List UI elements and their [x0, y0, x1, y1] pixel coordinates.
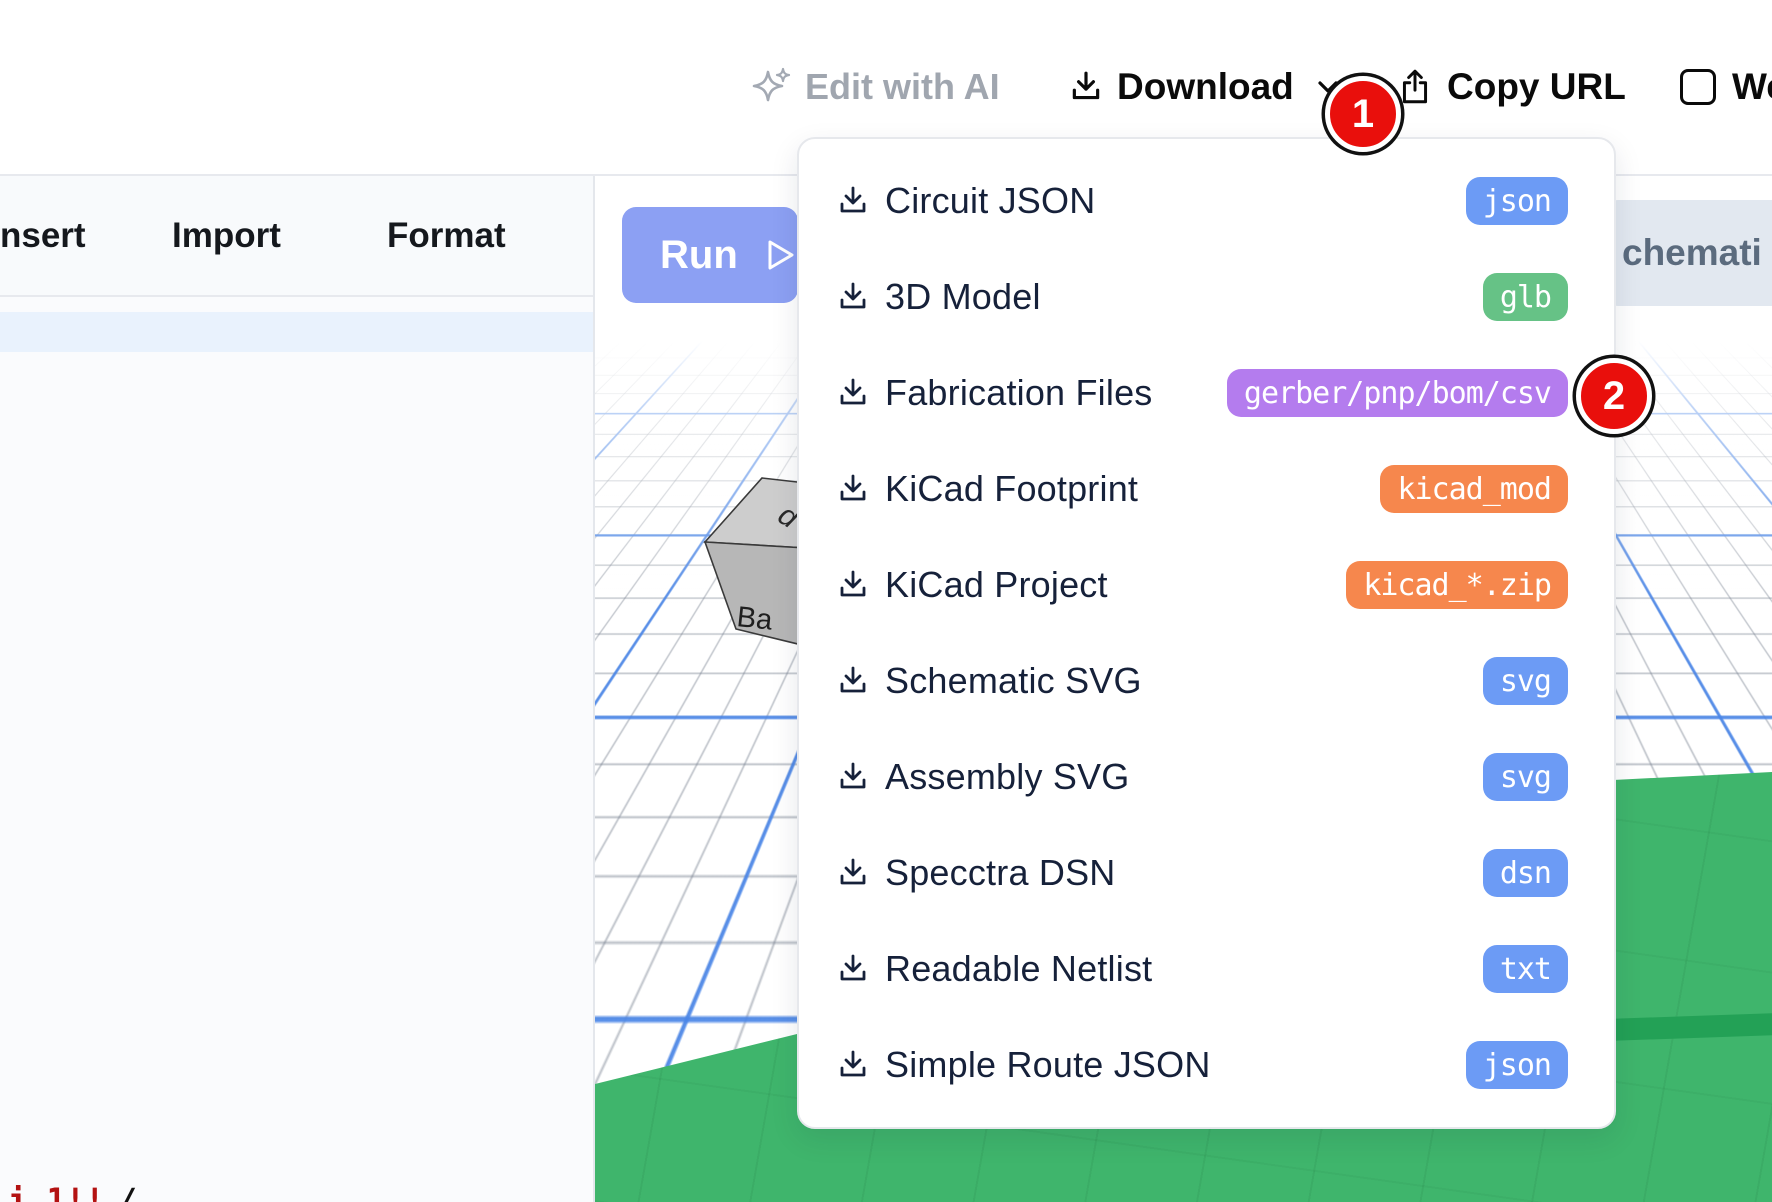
format-badge: svg [1483, 657, 1568, 705]
download-icon [836, 664, 870, 698]
format-badge: txt [1483, 945, 1568, 993]
menu-item-label: 3D Model [885, 276, 1041, 318]
menu-item-label: KiCad Project [885, 564, 1108, 606]
edit-with-ai-label: Edit with AI [805, 66, 1000, 108]
download-icon [836, 760, 870, 794]
menu-item-label: KiCad Footprint [885, 468, 1138, 510]
copy-url-label: Copy URL [1447, 66, 1626, 108]
run-button[interactable]: Run [622, 207, 798, 303]
format-badge: kicad_mod [1380, 465, 1568, 513]
annotation-step-1: 1 [1325, 76, 1401, 152]
menu-item-insert[interactable]: nsert [0, 176, 86, 295]
box-front-label: Ba [735, 601, 774, 637]
menu-item-label: Simple Route JSON [885, 1044, 1211, 1086]
menu-item-kicad-project[interactable]: KiCad Project kicad_*.zip [799, 537, 1614, 633]
menu-item-schematic-svg[interactable]: Schematic SVG svg [799, 633, 1614, 729]
menu-item-format[interactable]: Format [387, 176, 506, 295]
menu-item-readable-netlist[interactable]: Readable Netlist txt [799, 921, 1614, 1017]
download-icon [836, 1048, 870, 1082]
menu-item-label: Circuit JSON [885, 180, 1095, 222]
format-badge: gerber/pnp/bom/csv [1227, 369, 1568, 417]
menu-item-label: Schematic SVG [885, 660, 1142, 702]
play-icon [766, 237, 796, 273]
format-badge: kicad_*.zip [1346, 561, 1568, 609]
tab-schematic-truncated[interactable]: chemati [1606, 200, 1772, 306]
sparkle-icon [752, 67, 792, 107]
download-icon [836, 472, 870, 506]
code-fragment-red: i 1!! [8, 1181, 104, 1202]
format-badge: json [1466, 177, 1568, 225]
menu-item-fabrication-files[interactable]: Fabrication Files gerber/pnp/bom/csv [799, 345, 1614, 441]
code-fragment-black: / [118, 1181, 137, 1202]
tab-schematic-label: chemati [1622, 232, 1762, 274]
3d-component-box[interactable]: d Ba [700, 474, 806, 652]
menu-item-import[interactable]: Import [172, 176, 281, 295]
menu-item-3d-model[interactable]: 3D Model glb [799, 249, 1614, 345]
download-icon [836, 952, 870, 986]
code-editor-panel[interactable]: nsert Import Format i 1!! / [0, 176, 595, 1202]
webview-toggle[interactable]: We [1680, 0, 1772, 174]
format-badge: glb [1483, 273, 1568, 321]
menu-item-circuit-json[interactable]: Circuit JSON json [799, 153, 1614, 249]
menu-item-label: Fabrication Files [885, 372, 1153, 414]
download-icon [1068, 69, 1104, 105]
menu-item-label: Assembly SVG [885, 756, 1129, 798]
share-icon [1396, 68, 1434, 106]
format-badge: svg [1483, 753, 1568, 801]
editor-menubar: nsert Import Format [0, 176, 593, 297]
download-icon [836, 280, 870, 314]
format-badge: dsn [1483, 849, 1568, 897]
download-icon [836, 856, 870, 890]
download-icon [836, 376, 870, 410]
webview-label-truncated: We [1732, 66, 1772, 108]
menu-item-label: Specctra DSN [885, 852, 1115, 894]
webview-checkbox[interactable] [1680, 69, 1716, 105]
run-label: Run [660, 233, 738, 278]
menu-item-assembly-svg[interactable]: Assembly SVG svg [799, 729, 1614, 825]
editor-current-line-highlight [0, 312, 593, 352]
menu-item-kicad-footprint[interactable]: KiCad Footprint kicad_mod [799, 441, 1614, 537]
download-icon [836, 184, 870, 218]
download-icon [836, 568, 870, 602]
menu-item-simple-route-json[interactable]: Simple Route JSON json [799, 1017, 1614, 1113]
format-badge: json [1466, 1041, 1568, 1089]
menu-item-specctra-dsn[interactable]: Specctra DSN dsn [799, 825, 1614, 921]
menu-item-label: Readable Netlist [885, 948, 1152, 990]
editor-code-fragment: i 1!! / [8, 1181, 138, 1202]
download-label: Download [1117, 66, 1294, 108]
download-dropdown-menu: Circuit JSON json 3D Model glb Fabricati… [797, 137, 1616, 1129]
annotation-step-2: 2 [1576, 358, 1652, 434]
